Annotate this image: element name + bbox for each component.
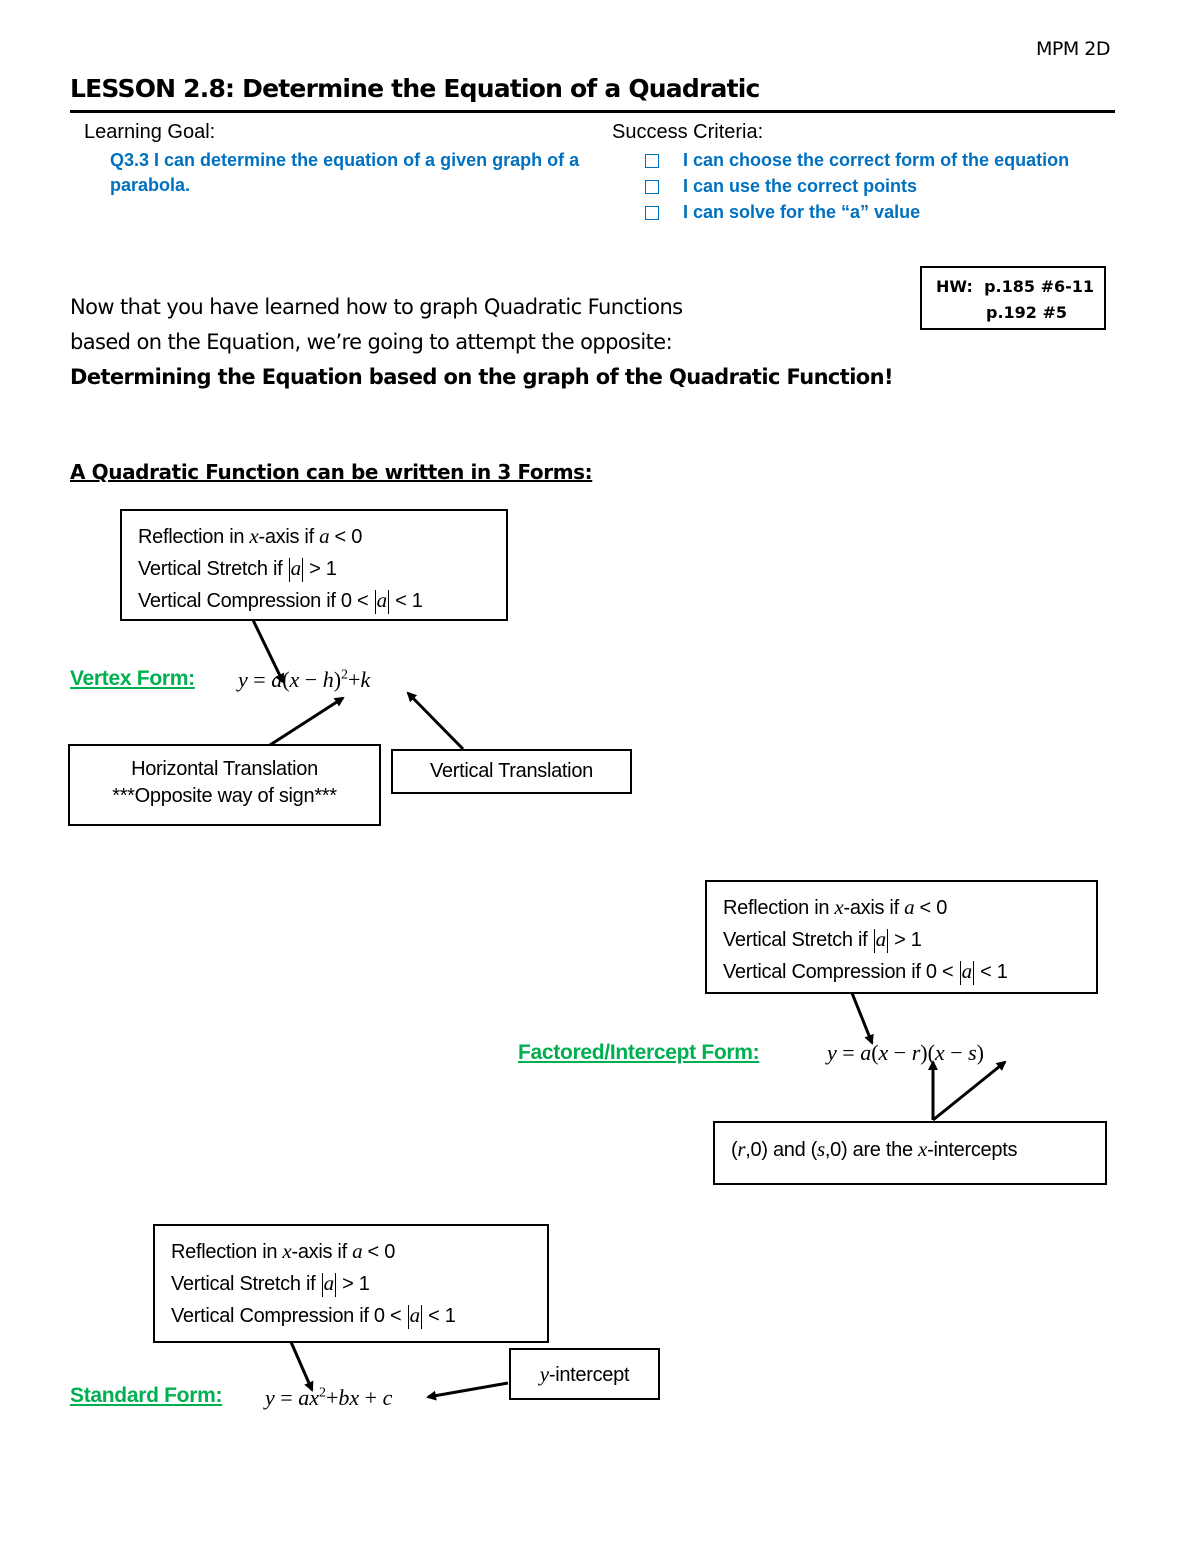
stretch-rule: Vertical Stretch if a > 1	[723, 927, 922, 953]
a-value-box-standard: Reflection in x-axis if a < 0 Vertical S…	[153, 1224, 549, 1343]
arrow-s-factored	[932, 1060, 1007, 1122]
arrow-c-standard	[426, 1381, 509, 1401]
x-intercepts-box: (r,0) and (s,0) are the x-intercepts	[713, 1121, 1107, 1185]
a-value-box-factored: Reflection in x-axis if a < 0 Vertical S…	[705, 880, 1098, 994]
standard-form-equation: y = ax2+bx + c	[265, 1385, 393, 1410]
reflection-rule: Reflection in x-axis if a < 0	[723, 895, 948, 919]
stretch-rule: Vertical Stretch if a > 1	[171, 1271, 370, 1297]
factored-form-equation: y = a(x − r)(x − s)	[827, 1040, 984, 1065]
standard-form-label: Standard Form:	[70, 1384, 223, 1407]
a-value-box-vertex: Reflection in x-axis if a < 0 Vertical S…	[120, 509, 508, 621]
vertical-translation-box: Vertical Translation	[391, 749, 632, 794]
horizontal-translation-box: Horizontal Translation ***Opposite way o…	[68, 744, 381, 826]
vertex-form-label: Vertex Form:	[70, 667, 195, 690]
arrow-a-standard	[289, 1341, 314, 1392]
compression-rule: Vertical Compression if 0 < a < 1	[171, 1303, 456, 1329]
y-intercept-box: y-intercept	[509, 1348, 660, 1400]
reflection-rule: Reflection in x-axis if a < 0	[138, 524, 363, 548]
compression-rule: Vertical Compression if 0 < a < 1	[138, 588, 423, 614]
compression-rule: Vertical Compression if 0 < a < 1	[723, 959, 1008, 985]
reflection-rule: Reflection in x-axis if a < 0	[171, 1239, 396, 1263]
arrow-k-vertex	[406, 691, 465, 751]
arrow-h-vertex	[269, 696, 345, 747]
arrow-a-factored	[850, 992, 874, 1045]
stretch-rule: Vertical Stretch if a > 1	[138, 556, 337, 582]
factored-form-label: Factored/Intercept Form:	[518, 1041, 760, 1064]
vertex-form-equation: y = a(x − h)2+k	[238, 667, 371, 692]
